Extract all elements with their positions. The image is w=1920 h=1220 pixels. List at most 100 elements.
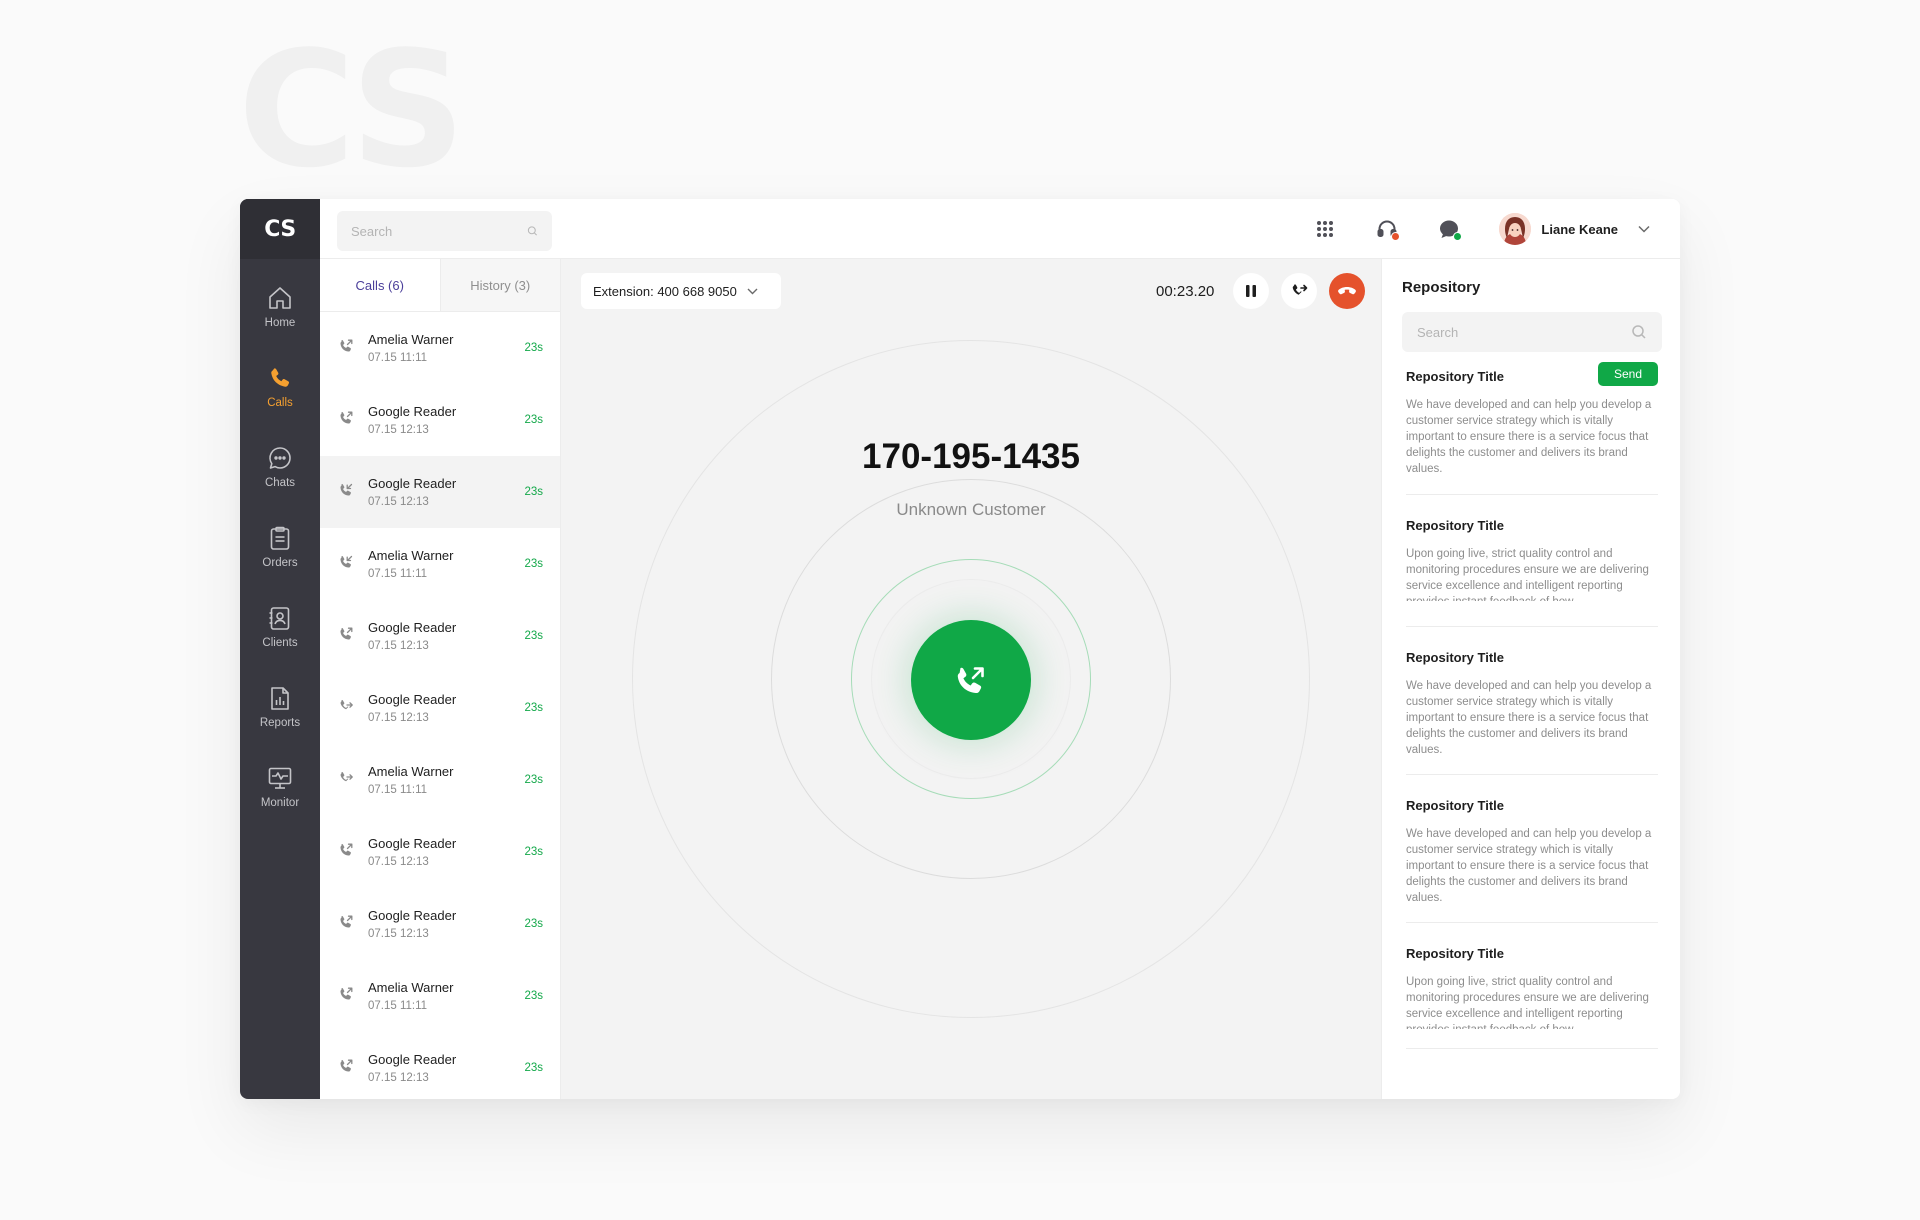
call-duration: 23s bbox=[524, 630, 543, 642]
caller-name: Amelia Warner bbox=[368, 980, 454, 995]
repository-item-body: We have developed and can help you devel… bbox=[1406, 399, 1652, 475]
extension-select[interactable]: Extension: 400 668 9050 bbox=[581, 273, 781, 309]
pause-icon bbox=[1246, 285, 1256, 297]
search-icon[interactable] bbox=[527, 223, 538, 239]
search-input[interactable] bbox=[351, 223, 527, 239]
monitor-icon bbox=[268, 767, 292, 789]
sidebar-item-label: Clients bbox=[262, 637, 298, 649]
transfer-call-icon bbox=[1292, 284, 1308, 295]
sidebar-item-label: Orders bbox=[262, 557, 298, 569]
caller-name: Google Reader bbox=[368, 620, 457, 635]
calls-panel: Calls (6) History (3) Amelia Warner 07.15… bbox=[320, 259, 561, 1099]
call-timestamp: 07.15 12:13 bbox=[368, 712, 429, 724]
repository-item-body: We have developed and can help you devel… bbox=[1406, 828, 1652, 904]
call-timestamp: 07.15 12:13 bbox=[368, 1072, 429, 1084]
repository-item-title: Repository Title bbox=[1406, 518, 1505, 533]
repository-search-box bbox=[1402, 312, 1662, 352]
sidebar-item-label: Monitor bbox=[260, 797, 300, 809]
incoming-call-icon bbox=[338, 338, 354, 354]
forwarded-call-icon bbox=[338, 698, 354, 714]
call-timestamp: 07.15 12:13 bbox=[368, 928, 429, 940]
sidebar-item-clients[interactable]: Clients bbox=[240, 605, 320, 685]
call-duration: 23s bbox=[524, 1062, 543, 1074]
tab-history[interactable]: History (3) bbox=[440, 259, 560, 311]
forwarded-call-icon bbox=[338, 770, 354, 786]
sidebar-item-chats[interactable]: Chats bbox=[240, 445, 320, 525]
topbar: Liane Keane bbox=[320, 199, 1680, 259]
repository-title: Repository bbox=[1402, 279, 1481, 296]
call-list-item[interactable]: Google Reader 07.15 12:13 23s bbox=[320, 888, 560, 960]
call-list-item[interactable]: Google Reader 07.15 12:13 23s bbox=[320, 600, 560, 672]
incoming-call-icon bbox=[957, 667, 984, 694]
background-logo: CS bbox=[238, 16, 466, 203]
send-button[interactable]: Send bbox=[1598, 362, 1658, 386]
call-list-item[interactable]: Amelia Warner 07.15 11:11 23s bbox=[320, 312, 560, 384]
call-timestamp: 07.15 12:13 bbox=[368, 640, 429, 652]
apps-grid-button[interactable] bbox=[1313, 217, 1337, 241]
repository-item-body: Upon going live, strict quality control … bbox=[1406, 976, 1649, 1029]
repository-search-input[interactable] bbox=[1417, 324, 1631, 340]
call-list-item[interactable]: Amelia Warner 07.15 11:11 23s bbox=[320, 960, 560, 1032]
answer-call-button[interactable] bbox=[911, 620, 1031, 740]
calls-tabs: Calls (6) History (3) bbox=[320, 259, 560, 312]
messages-button[interactable] bbox=[1437, 217, 1463, 241]
call-timestamp: 07.15 11:11 bbox=[368, 352, 428, 364]
sidebar-item-label: Home bbox=[264, 317, 296, 329]
repository-item[interactable]: Repository Title We have developed and ca… bbox=[1406, 643, 1658, 775]
call-view: Extension: 400 668 9050 00:23.20 170-195… bbox=[561, 259, 1381, 1099]
repository-item[interactable]: Repository Title Upon going live, strict … bbox=[1406, 511, 1658, 627]
caller-name: Amelia Warner bbox=[368, 548, 454, 563]
repository-panel: Repository Repository Title We have devel… bbox=[1381, 259, 1680, 1099]
repository-item-title: Repository Title bbox=[1406, 798, 1505, 813]
call-duration: 23s bbox=[524, 990, 543, 1002]
avatar bbox=[1499, 213, 1532, 245]
repository-item-title: Repository Title bbox=[1406, 946, 1505, 961]
call-list-item[interactable]: Google Reader 07.15 12:13 23s bbox=[320, 672, 560, 744]
repository-item[interactable]: Repository Title We have developed and ca… bbox=[1406, 362, 1658, 495]
user-name: Liane Keane bbox=[1541, 221, 1618, 237]
caller-name: Unknown Customer bbox=[896, 500, 1046, 519]
call-duration: 23s bbox=[524, 414, 543, 426]
caller-name: Google Reader bbox=[368, 836, 457, 851]
apps-grid-icon bbox=[1317, 221, 1334, 237]
transfer-button[interactable] bbox=[1281, 273, 1317, 309]
call-duration: 23s bbox=[524, 342, 543, 354]
sidebar-item-monitor[interactable]: Monitor bbox=[240, 765, 320, 845]
sidebar: CS Home Calls Chats Orders Clients Repor… bbox=[240, 199, 320, 1099]
tab-calls[interactable]: Calls (6) bbox=[320, 259, 441, 311]
sidebar-item-reports[interactable]: Reports bbox=[240, 685, 320, 765]
sidebar-item-calls[interactable]: Calls bbox=[240, 365, 320, 445]
repository-item[interactable]: Repository Title We have developed and ca… bbox=[1406, 791, 1658, 923]
call-list-item[interactable]: Amelia Warner 07.15 11:11 23s bbox=[320, 528, 560, 600]
call-duration: 23s bbox=[524, 918, 543, 930]
repository-item[interactable]: Repository Title Upon going live, strict … bbox=[1406, 939, 1658, 1049]
sidebar-nav: Home Calls Chats Orders Clients Reports bbox=[240, 259, 320, 845]
chevron-down-icon bbox=[747, 288, 758, 294]
call-list-item[interactable]: Google Reader 07.15 12:13 23s bbox=[320, 816, 560, 888]
repository-item-body: We have developed and can help you devel… bbox=[1406, 680, 1652, 756]
alert-dot bbox=[1391, 232, 1401, 241]
caller-name: Amelia Warner bbox=[368, 332, 454, 347]
search-icon[interactable] bbox=[1631, 324, 1647, 340]
missed-call-icon bbox=[338, 482, 354, 498]
call-timestamp: 07.15 12:13 bbox=[368, 424, 429, 436]
chevron-down-icon bbox=[1638, 225, 1650, 233]
phone-icon bbox=[271, 368, 290, 387]
caller-name: Google Reader bbox=[368, 692, 457, 707]
caller-name: Google Reader bbox=[368, 908, 457, 923]
incoming-call-icon bbox=[338, 410, 354, 426]
incoming-call-icon bbox=[338, 842, 354, 858]
hangup-button[interactable] bbox=[1329, 273, 1365, 309]
sidebar-item-label: Calls bbox=[267, 397, 293, 409]
hang-up-icon bbox=[1338, 287, 1356, 295]
hold-button[interactable] bbox=[1233, 273, 1269, 309]
user-menu[interactable]: Liane Keane bbox=[1499, 213, 1650, 245]
call-list-item[interactable]: Amelia Warner 07.15 11:11 23s bbox=[320, 744, 560, 816]
sidebar-item-orders[interactable]: Orders bbox=[240, 525, 320, 605]
call-list-item[interactable]: Google Reader 07.15 12:13 23s bbox=[320, 1032, 560, 1099]
call-list-item[interactable]: Google Reader 07.15 12:13 23s bbox=[320, 456, 560, 528]
support-button[interactable] bbox=[1375, 217, 1401, 241]
call-list-item[interactable]: Google Reader 07.15 12:13 23s bbox=[320, 384, 560, 456]
sidebar-item-home[interactable]: Home bbox=[240, 285, 320, 365]
call-timestamp: 07.15 12:13 bbox=[368, 496, 429, 508]
